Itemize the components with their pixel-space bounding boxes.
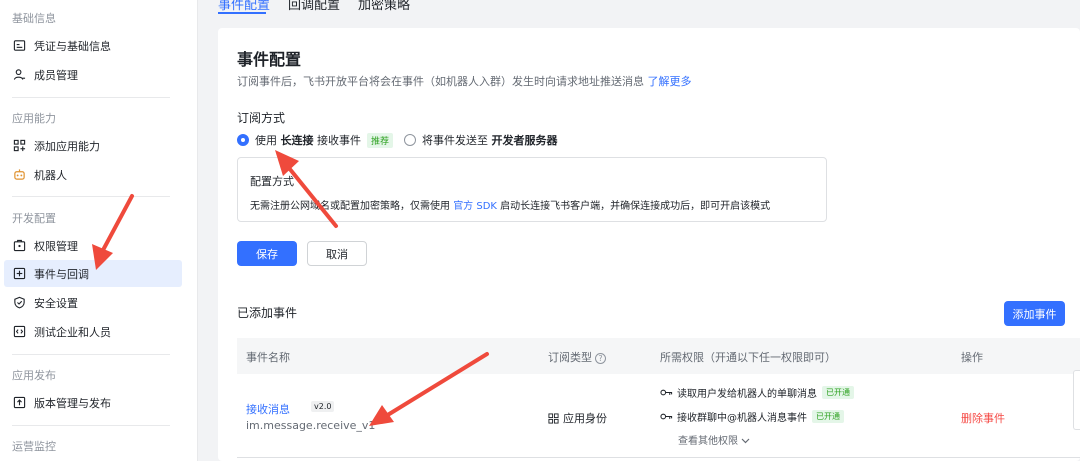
shield-icon [12,296,26,310]
sidebar-item-label: 添加应用能力 [34,139,100,153]
sidebar-item-label: 测试企业和人员 [34,325,111,339]
sidebar-item-label: 权限管理 [34,239,78,253]
cancel-button[interactable]: 取消 [307,241,367,266]
permission-item: 读取用户发给机器人的单聊消息 已开通 [660,385,854,400]
event-name-link[interactable]: 接收消息 [246,401,290,417]
column-header-actions: 操作 [961,351,983,364]
version-badge: v2.0 [311,401,335,412]
app-identity-icon [548,412,559,424]
sidebar-item-label: 事件与回调 [34,267,89,281]
radio-unchecked-icon[interactable] [404,134,416,146]
sidebar-item-label: 凭证与基础信息 [34,39,111,53]
page-title: 事件配置 [237,50,302,69]
member-icon [12,68,26,82]
subscription-type: 应用身份 [548,410,607,426]
save-button[interactable]: 保存 [237,241,297,266]
permission-label: 接收群聊中@机器人消息事件 [677,413,807,424]
config-method-box: 配置方式 无需注册公网域名或配置加密策略，仅需使用 官方 SDK 启动长连接飞书… [237,157,827,222]
sidebar-item-add-capability[interactable]: 添加应用能力 [4,132,182,159]
description-text: 订阅事件后，飞书开放平台将会在事件（如机器人入群）发生时向请求地址推送消息 [237,75,644,88]
sidebar-item-robot[interactable]: 机器人 [4,161,182,188]
permission-status-badge: 已开通 [822,386,854,399]
config-method-title: 配置方式 [250,175,294,188]
active-tab-indicator [218,12,266,14]
view-more-label: 查看其他权限 [678,436,738,447]
add-event-button[interactable]: 添加事件 [1004,301,1065,326]
sidebar-divider [12,354,170,355]
sidebar-item-version-release[interactable]: 版本管理与发布 [4,389,182,416]
recommend-tag: 推荐 [367,132,394,148]
sidebar: 基础信息 凭证与基础信息 成员管理 应用能力 添加应用能力 机器人 开发配置 权… [0,0,198,461]
config-text-after: 启动长连接飞书客户端，并确保连接成功后，即可开启该模式 [500,201,771,212]
view-more-permissions[interactable]: 查看其他权限 [678,432,750,447]
sidebar-item-members[interactable]: 成员管理 [4,61,182,88]
permission-item: 接收群聊中@机器人消息事件 已开通 [660,409,844,424]
page-description: 订阅事件后，飞书开放平台将会在事件（如机器人入群）发生时向请求地址推送消息 了解… [237,73,692,89]
learn-more-link[interactable]: 了解更多 [648,75,692,88]
radio-long-connection[interactable]: 使用 长连接 接收事件 推荐 [237,132,394,148]
sidebar-item-credentials[interactable]: 凭证与基础信息 [4,32,182,59]
key-icon [660,388,673,397]
sidebar-item-events-callbacks[interactable]: 事件与回调 [4,260,182,287]
option-prefix: 将事件发送至 [422,134,488,147]
config-method-text: 无需注册公网域名或配置加密策略，仅需使用 官方 SDK 启动长连接飞书客户端，并… [250,197,770,212]
event-code: im.message.receive_v1 [246,419,376,432]
permission-icon [12,239,26,253]
config-text-before: 无需注册公网域名或配置加密策略，仅需使用 [250,201,450,212]
sidebar-section-title: 基础信息 [12,12,56,25]
option-bold: 开发者服务器 [491,134,558,147]
option-prefix: 使用 [255,134,277,147]
subscribe-method-title: 订阅方式 [237,111,286,125]
sub-type-label: 应用身份 [563,412,607,425]
key-icon [660,412,673,421]
sidebar-section-title: 应用发布 [12,369,56,382]
sidebar-section-title: 应用能力 [12,112,56,125]
tab-callback-config[interactable]: 回调配置 [288,0,340,13]
tab-encryption[interactable]: 加密策略 [358,0,410,13]
column-header-sub-type: 订阅类型? [548,349,606,365]
robot-icon [12,168,26,182]
top-tabs: 事件配置 回调配置 加密策略 [198,0,1080,16]
sidebar-item-label: 成员管理 [34,68,78,82]
permission-status-badge: 已开通 [812,410,844,423]
sidebar-divider [12,425,170,426]
sidebar-item-label: 安全设置 [34,296,78,310]
option-suffix: 接收事件 [317,134,361,147]
sidebar-item-security[interactable]: 安全设置 [4,289,182,316]
event-callback-icon [12,267,26,281]
column-header-event-name: 事件名称 [246,351,290,364]
chevron-down-icon [741,436,750,447]
added-events-title: 已添加事件 [237,306,298,320]
events-table-header: 事件名称 订阅类型? 所需权限（开通以下任一权限即可） 操作 [237,338,1080,374]
sidebar-section-title: 运营监控 [12,440,56,453]
radio-developer-server[interactable]: 将事件发送至 开发者服务器 [404,132,558,148]
delete-event-button[interactable]: 删除事件 [961,410,1005,426]
main-panel: 事件配置 订阅事件后，飞书开放平台将会在事件（如机器人入群）发生时向请求地址推送… [218,28,1080,461]
option-bold: 长连接 [280,134,314,147]
column-header-permissions: 所需权限（开通以下任一权限即可） [660,351,836,364]
sidebar-item-label: 版本管理与发布 [34,396,111,410]
radio-checked-icon[interactable] [237,134,249,146]
help-icon[interactable]: ? [595,352,606,364]
sidebar-item-permissions[interactable]: 权限管理 [4,232,182,259]
add-capability-icon [12,139,26,153]
credential-icon [12,39,26,53]
permission-label: 读取用户发给机器人的单聊消息 [677,389,817,400]
sidebar-item-label: 机器人 [34,168,67,182]
column-header-sub-type-label: 订阅类型 [548,351,592,364]
official-sdk-link[interactable]: 官方 SDK [453,201,497,212]
sidebar-item-test-users[interactable]: 测试企业和人员 [4,318,182,345]
code-icon [12,325,26,339]
sidebar-divider [12,97,170,98]
table-row: 接收消息 v2.0 im.message.receive_v1 应用身份 读取用… [237,374,1080,458]
upload-icon [12,396,26,410]
sidebar-section-title: 开发配置 [12,212,56,225]
sidebar-divider [12,196,170,197]
scrollbar-handle[interactable] [1073,370,1080,430]
